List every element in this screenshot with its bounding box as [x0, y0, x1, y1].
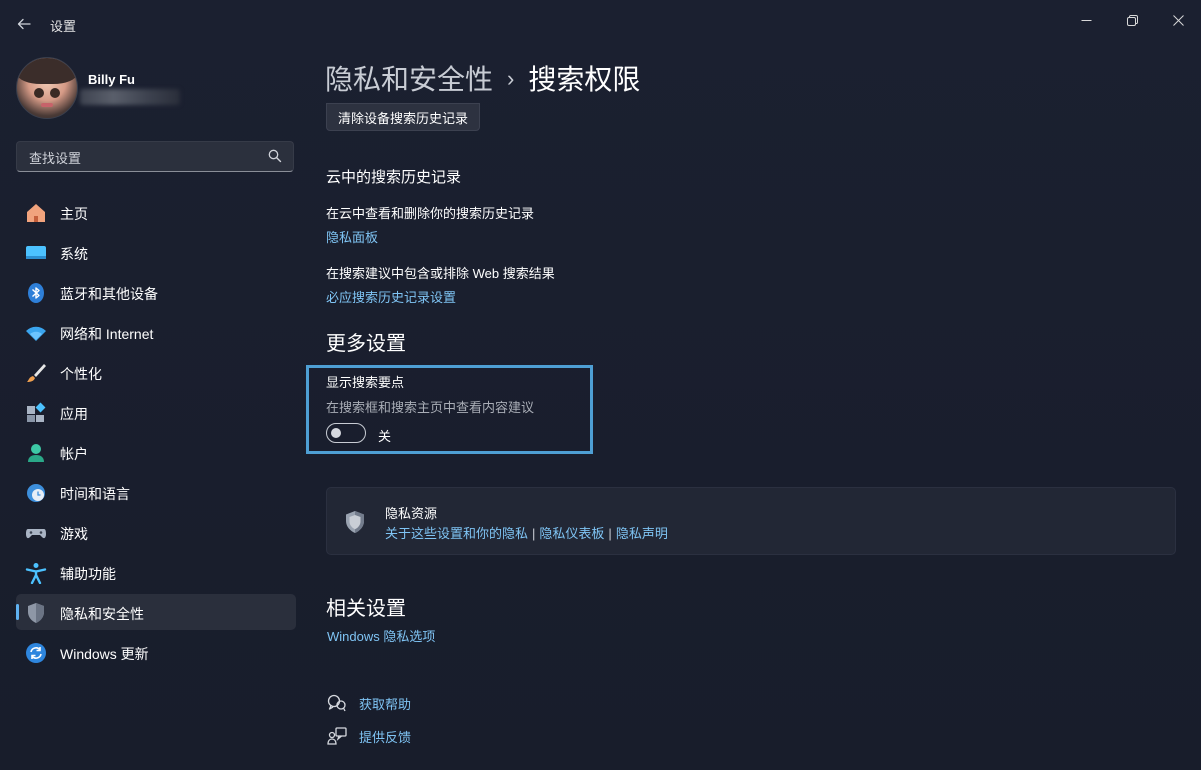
feedback-link[interactable]: 提供反馈 — [359, 727, 411, 746]
privacy-resources-card: 隐私资源 关于这些设置和你的隐私 | 隐私仪表板 | 隐私声明 — [326, 487, 1176, 555]
toggle-knob — [331, 428, 341, 438]
search-input[interactable] — [27, 148, 261, 168]
link-separator: | — [608, 526, 612, 541]
clear-device-history-button[interactable]: 清除设备搜索历史记录 — [326, 103, 481, 131]
back-button[interactable] — [10, 10, 38, 38]
user-name: Billy Fu — [88, 72, 135, 87]
app-title: 设置 — [50, 19, 77, 34]
sidebar-item-label: 应用 — [60, 406, 88, 422]
related-settings-heading: 相关设置 — [326, 598, 406, 620]
show-highlights-title: 显示搜索要点 — [326, 375, 405, 390]
settings-window: 设置 Billy Fu 查找设置 主页 系统 蓝牙和其他设备 网络和 Inter… — [0, 0, 1201, 770]
close-button[interactable] — [1155, 4, 1201, 36]
sidebar-item-label: 主页 — [60, 206, 88, 222]
windows-privacy-options-link[interactable]: Windows 隐私选项 — [327, 626, 435, 645]
update-icon — [25, 642, 47, 664]
get-help-row[interactable]: 获取帮助 — [326, 692, 411, 714]
breadcrumb-parent[interactable]: 隐私和安全性 — [325, 64, 493, 95]
time-language-icon — [25, 482, 47, 504]
sidebar-item-label: 个性化 — [60, 366, 102, 382]
help-icon — [326, 692, 348, 714]
apps-icon — [25, 402, 47, 424]
privacy-resources-title: 隐私资源 — [385, 506, 438, 521]
selected-indicator — [16, 604, 19, 620]
show-highlights-description: 在搜索框和搜索主页中查看内容建议 — [326, 400, 535, 415]
shield-icon — [346, 511, 364, 533]
sidebar-item-system[interactable]: 系统 — [16, 234, 296, 270]
privacy-dashboard-card-link[interactable]: 隐私仪表板 — [539, 526, 604, 541]
sidebar-item-label: 帐户 — [60, 446, 88, 462]
bluetooth-icon — [25, 282, 47, 304]
sidebar-item-bluetooth[interactable]: 蓝牙和其他设备 — [16, 274, 296, 310]
feedback-icon — [326, 725, 348, 747]
sidebar-item-accessibility[interactable]: 辅助功能 — [16, 554, 296, 590]
privacy-dashboard-link[interactable]: 隐私面板 — [326, 227, 378, 246]
sidebar-item-apps[interactable]: 应用 — [16, 394, 296, 430]
minimize-icon — [1081, 19, 1091, 21]
web-results-text: 在搜索建议中包含或排除 Web 搜索结果 — [326, 266, 555, 281]
sidebar-item-privacy[interactable]: 隐私和安全性 — [16, 594, 296, 630]
close-icon — [1172, 14, 1184, 26]
sidebar-item-label: 隐私和安全性 — [60, 606, 144, 622]
user-email-blurred — [80, 89, 180, 105]
sidebar-item-label: 网络和 Internet — [60, 326, 154, 342]
search-icon[interactable] — [267, 148, 283, 164]
sidebar-item-label: 系统 — [60, 246, 88, 262]
sidebar-item-network[interactable]: 网络和 Internet — [16, 314, 296, 350]
accessibility-icon — [25, 562, 47, 584]
restore-icon — [1126, 14, 1138, 26]
search-box[interactable] — [16, 141, 294, 172]
sidebar-item-home[interactable]: 主页 — [16, 194, 296, 230]
about-privacy-link[interactable]: 关于这些设置和你的隐私 — [385, 526, 528, 541]
brush-icon — [25, 362, 47, 384]
sidebar-item-gaming[interactable]: 游戏 — [16, 514, 296, 550]
restore-button[interactable] — [1109, 4, 1155, 36]
cloud-history-heading: 云中的搜索历史记录 — [326, 169, 462, 186]
back-arrow-icon — [17, 18, 31, 30]
system-icon — [25, 242, 47, 264]
show-highlights-toggle[interactable] — [326, 423, 366, 443]
privacy-statement-link[interactable]: 隐私声明 — [616, 526, 668, 541]
bing-history-settings-link[interactable]: 必应搜索历史记录设置 — [326, 287, 456, 306]
sidebar-nav: 主页 系统 蓝牙和其他设备 网络和 Internet 个性化 应用 帐户 时间和… — [16, 194, 296, 674]
breadcrumb-separator: › — [507, 66, 515, 91]
sidebar-item-label: 蓝牙和其他设备 — [60, 286, 158, 302]
sidebar-item-personalization[interactable]: 个性化 — [16, 354, 296, 390]
avatar[interactable] — [16, 57, 78, 119]
shield-icon — [25, 602, 47, 624]
minimize-button[interactable] — [1063, 4, 1109, 36]
sidebar-item-time-language[interactable]: 时间和语言 — [16, 474, 296, 510]
privacy-resources-links: 关于这些设置和你的隐私 | 隐私仪表板 | 隐私声明 — [385, 523, 668, 542]
sidebar-item-label: 游戏 — [60, 526, 88, 542]
sidebar-item-accounts[interactable]: 帐户 — [16, 434, 296, 470]
breadcrumb: 隐私和安全性 › 搜索权限 — [325, 58, 640, 98]
get-help-link[interactable]: 获取帮助 — [359, 694, 411, 713]
more-settings-heading: 更多设置 — [326, 333, 406, 355]
account-icon — [25, 442, 47, 464]
page-title: 搜索权限 — [528, 64, 641, 95]
sidebar-item-windows-update[interactable]: Windows 更新 — [16, 634, 296, 670]
link-separator: | — [532, 526, 536, 541]
sidebar-item-label: Windows 更新 — [60, 646, 149, 662]
home-icon — [25, 202, 47, 224]
sidebar-item-label: 时间和语言 — [60, 486, 130, 502]
feedback-row[interactable]: 提供反馈 — [326, 725, 411, 747]
title-bar: 设置 — [0, 0, 1201, 48]
gamepad-icon — [25, 522, 47, 544]
sidebar-item-label: 辅助功能 — [60, 566, 116, 582]
toggle-state-label: 关 — [378, 429, 392, 444]
cloud-history-text: 在云中查看和删除你的搜索历史记录 — [326, 206, 535, 221]
wifi-icon — [25, 322, 47, 344]
